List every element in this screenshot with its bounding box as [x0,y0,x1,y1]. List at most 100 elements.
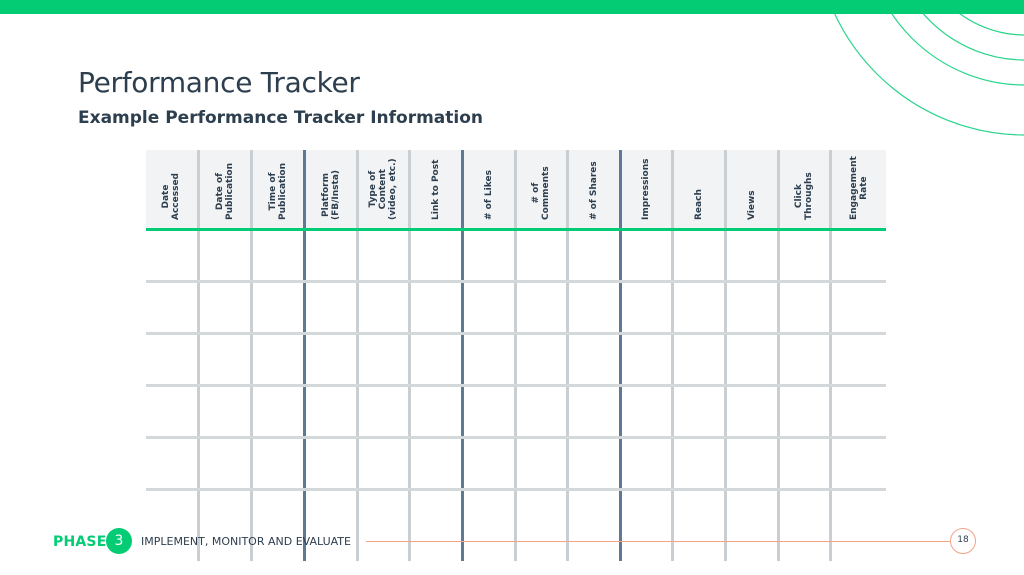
table-cell [513,385,567,439]
table-cell [513,437,567,491]
table-cell [302,281,357,335]
column-header-label: Reach [693,189,704,220]
table-cell [618,229,672,283]
column-header-label: Time of Publication [267,162,288,220]
table-cell [460,437,515,491]
table-cell [249,281,304,335]
table-cell [828,333,886,387]
column-header-label: # of Likes [483,170,494,220]
column-header: Platform (FB/Insta) [302,150,357,231]
table-cell [670,385,725,439]
column-header-label: Type of Content (video, etc.) [368,158,398,220]
table-row [146,229,886,283]
table-cell [723,333,778,387]
column-header: Date of Publication [196,150,251,231]
table-cell [565,229,620,283]
table-cell [302,385,357,439]
table-cell [249,385,304,439]
column-header-label: Date of Publication [214,162,235,220]
table-cell [670,229,725,283]
table-cell [565,437,620,491]
table-cell [196,437,251,491]
performance-tracker-table: Date Accessed Date of Publication Time of … [146,150,886,561]
phase-name: IMPLEMENT, MONITOR AND EVALUATE [141,535,351,548]
table-cell [146,333,198,387]
table-header-row: Date Accessed Date of Publication Time of … [146,150,886,231]
phase-number-badge: 3 [106,528,132,554]
table-row [146,437,886,491]
table-cell [146,437,198,491]
table-cell [670,437,725,491]
table-cell [776,281,830,335]
table-cell [355,437,409,491]
column-header: Reach [670,150,725,231]
column-header-label: Click Throughs [794,172,814,220]
table-cell [302,437,357,491]
column-header: Link to Post [407,150,462,231]
table-cell [776,437,830,491]
table-cell [776,385,830,439]
table-cell [513,333,567,387]
table-cell [355,281,409,335]
table-cell [146,281,198,335]
column-header: Date Accessed [146,150,198,231]
column-header-label: Views [746,190,757,220]
table-cell [407,437,462,491]
footer: PHASE 3 IMPLEMENT, MONITOR AND EVALUATE … [0,520,1024,565]
table-cell [407,333,462,387]
table-cell [828,385,886,439]
table-cell [146,385,198,439]
page-number-badge: 18 [950,528,976,554]
phase-label: PHASE [53,534,107,550]
column-header: # of Likes [460,150,515,231]
table-cell [513,229,567,283]
column-header-label: Date Accessed [161,173,182,220]
table-cell [723,229,778,283]
table-body [146,229,886,561]
column-header: Type of Content (video, etc.) [355,150,409,231]
table-cell [407,281,462,335]
table-cell [723,281,778,335]
column-header-label: # of Comments [531,166,551,220]
column-header: Impressions [618,150,672,231]
column-header-label: Impressions [641,158,651,220]
table-cell [302,333,357,387]
table-cell [828,437,886,491]
table-cell [460,333,515,387]
table-cell [355,333,409,387]
decorative-arc [828,0,1024,136]
table-cell [249,229,304,283]
page-subtitle: Example Performance Tracker Information [78,108,484,128]
table-cell [670,281,725,335]
table-cell [670,333,725,387]
table-cell [407,229,462,283]
table-cell [565,333,620,387]
table-cell [618,385,672,439]
table-cell [460,229,515,283]
column-header: Views [723,150,778,231]
table-cell [196,333,251,387]
table-cell [355,229,409,283]
table-cell [618,333,672,387]
table-cell [146,229,198,283]
table-cell [828,229,886,283]
tracker-table-container: Date Accessed Date of Publication Time of … [146,150,886,561]
column-header-label: Platform (FB/Insta) [320,169,341,220]
top-accent-bar [0,0,1024,14]
table-cell [460,385,515,439]
table-cell [249,437,304,491]
table-cell [828,281,886,335]
column-header: # of Comments [513,150,567,231]
table-cell [618,281,672,335]
table-row [146,385,886,439]
table-cell [723,437,778,491]
column-header: Engagement Rate [828,150,886,231]
table-cell [776,333,830,387]
table-cell [302,229,357,283]
table-cell [513,281,567,335]
column-header: Click Throughs [776,150,830,231]
table-cell [196,229,251,283]
table-cell [776,229,830,283]
column-header-label: Link to Post [430,159,441,220]
table-row [146,333,886,387]
